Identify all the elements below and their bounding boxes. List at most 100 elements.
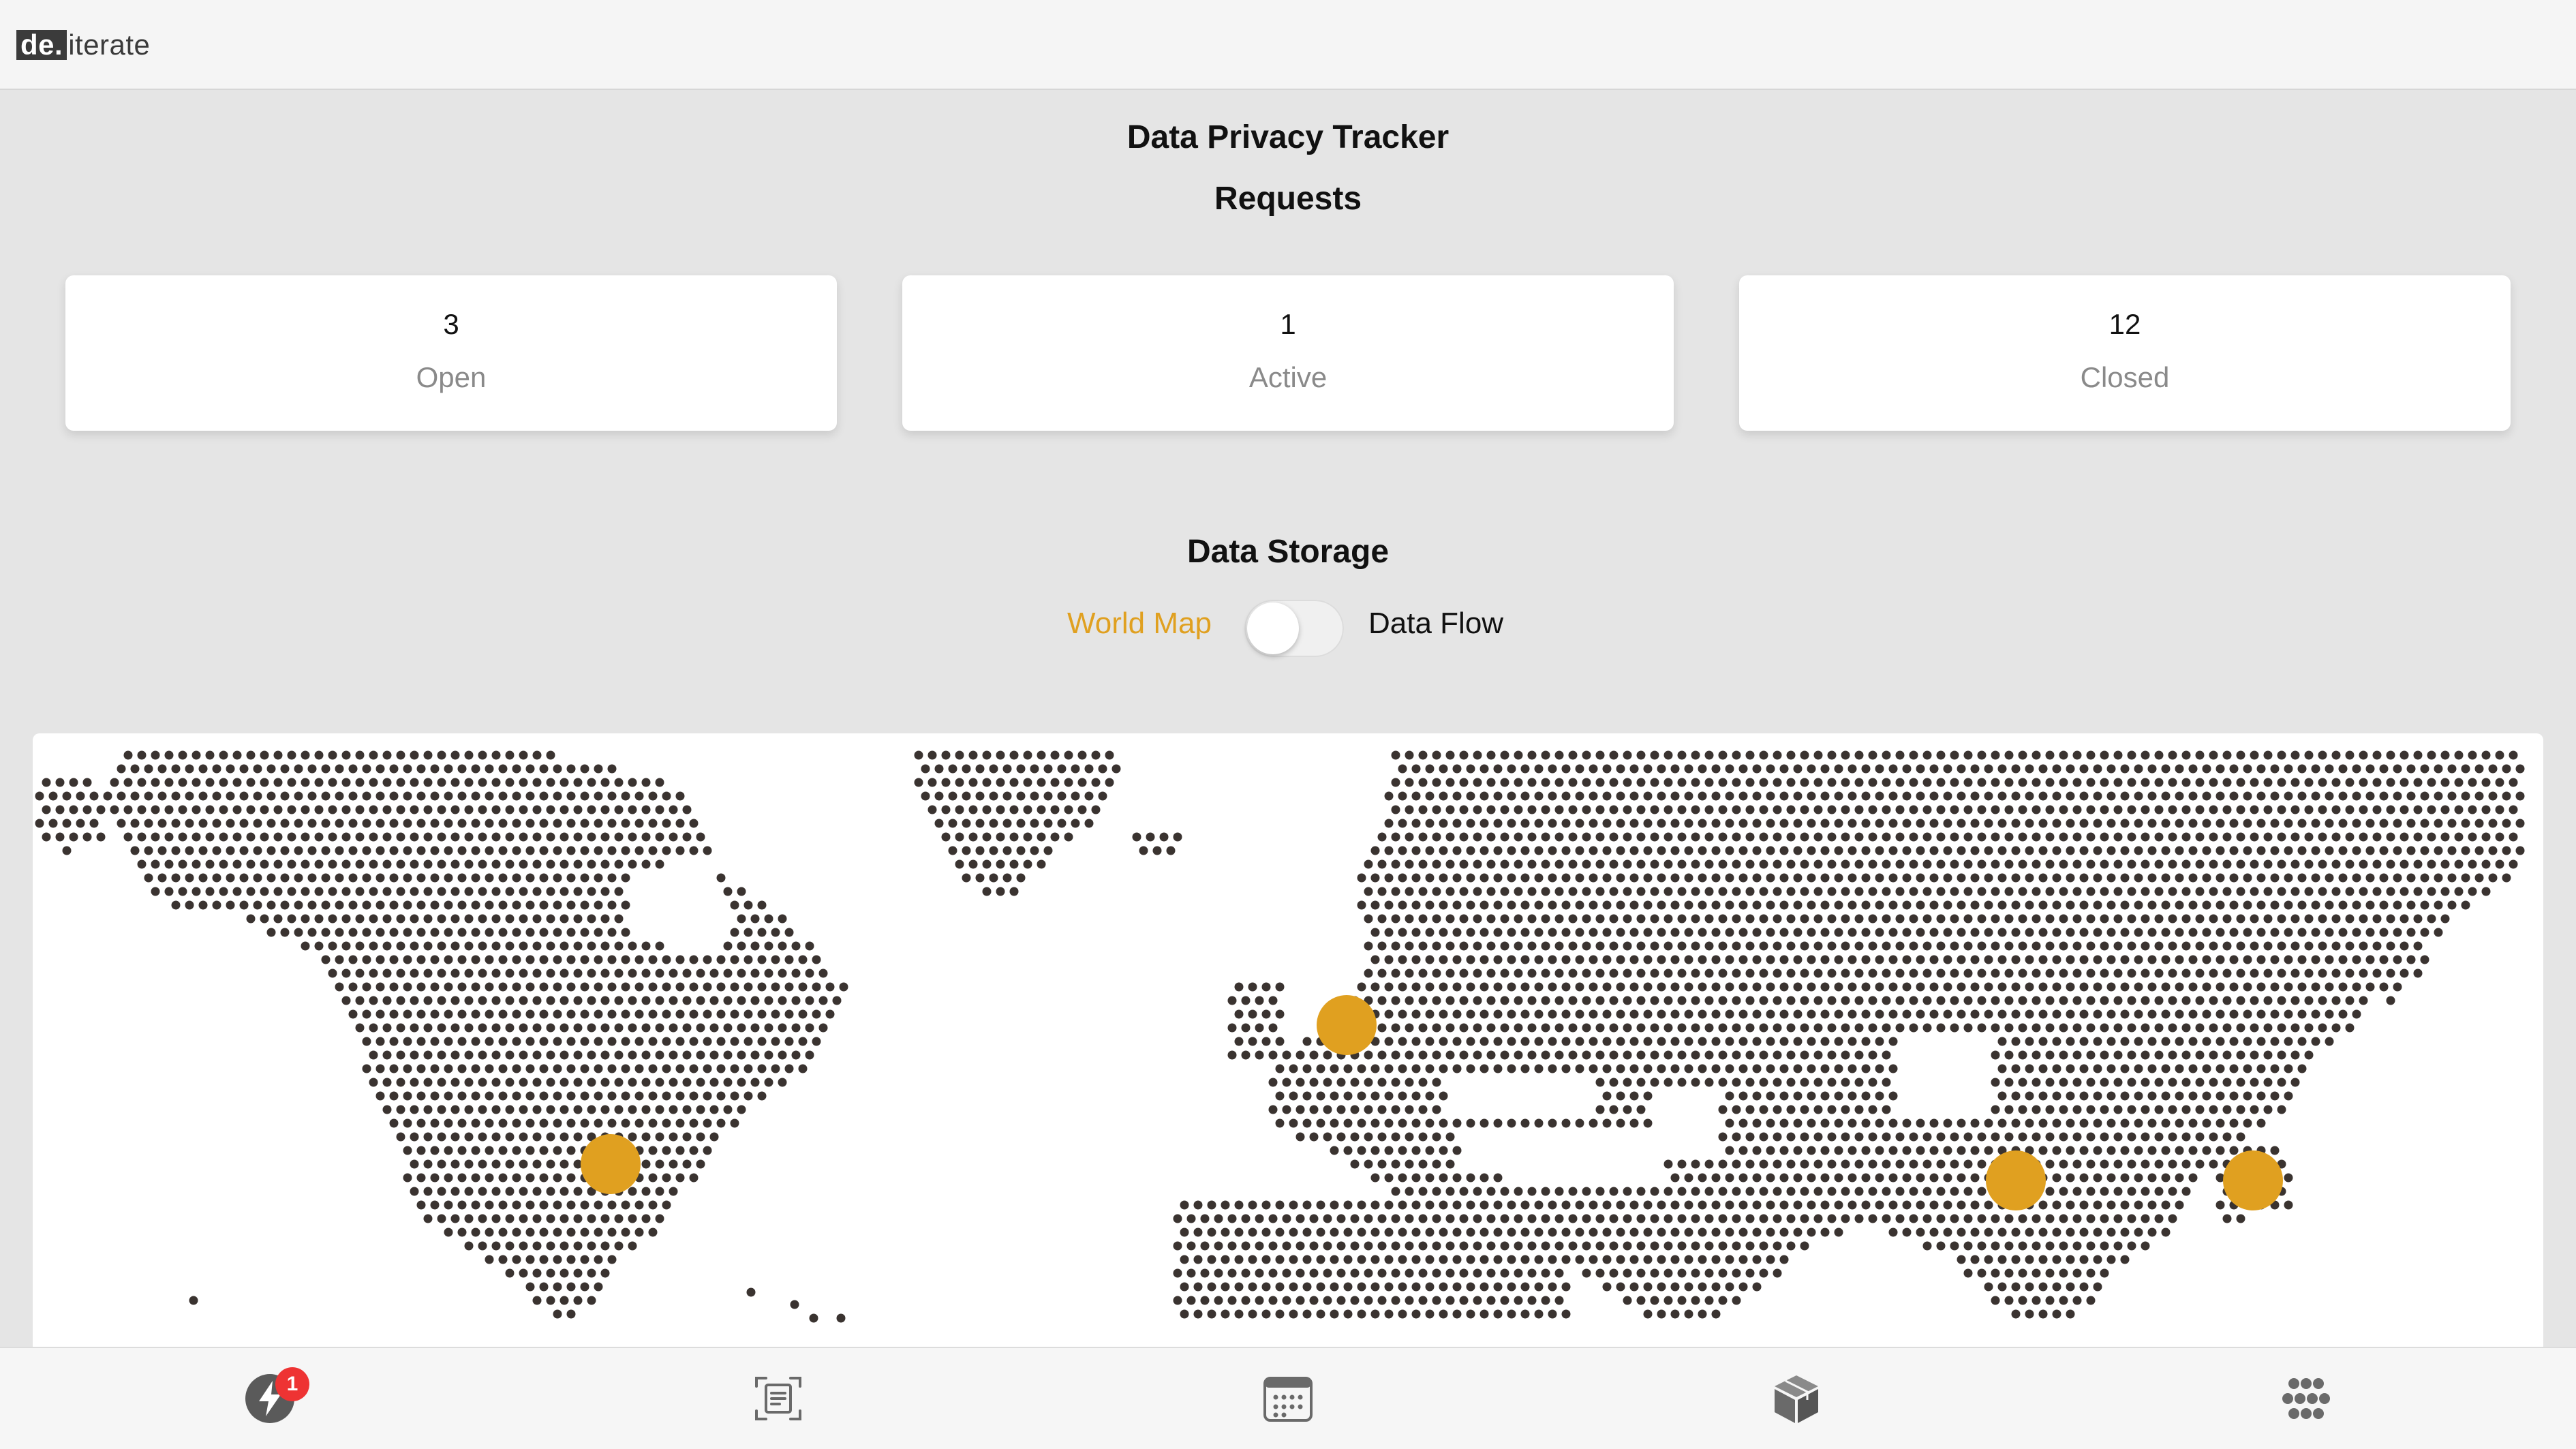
map-dot xyxy=(1670,873,1680,883)
map-dot xyxy=(532,1050,542,1060)
view-toggle-switch[interactable] xyxy=(1244,600,1344,657)
map-dot xyxy=(2100,887,2109,896)
map-dot xyxy=(1452,955,1462,964)
map-dot xyxy=(416,1064,426,1073)
map-dot xyxy=(2188,873,2198,883)
map-dot xyxy=(1929,1227,1939,1237)
map-dot xyxy=(1841,1214,1850,1223)
map-dot xyxy=(2175,1064,2184,1073)
map-dot xyxy=(2045,1132,2055,1142)
map-dot xyxy=(655,941,664,951)
map-dot xyxy=(1623,1268,1632,1278)
map-dot xyxy=(2045,914,2055,924)
map-dot xyxy=(1970,846,1980,855)
package-icon[interactable] xyxy=(1769,1371,1824,1426)
map-dot xyxy=(559,1214,569,1223)
data-flow-label[interactable]: Data Flow xyxy=(1368,607,1503,641)
map-dot xyxy=(1773,1268,1782,1278)
map-dot xyxy=(1895,1023,1905,1033)
map-dot xyxy=(1738,764,1748,774)
map-dot xyxy=(396,1105,405,1114)
map-dot xyxy=(464,1214,474,1223)
map-dot xyxy=(1807,846,1816,855)
map-dot xyxy=(1282,1050,1291,1060)
map-dot xyxy=(573,1023,583,1033)
map-dot xyxy=(2120,873,2130,883)
map-dot xyxy=(2038,764,2048,774)
storage-location-marker[interactable] xyxy=(1317,995,1377,1055)
map-dot xyxy=(662,1118,671,1128)
scan-document-icon[interactable] xyxy=(751,1371,806,1426)
map-dot xyxy=(164,750,174,760)
world-map-label[interactable]: World Map xyxy=(1067,607,1212,641)
map-dot xyxy=(2263,805,2273,814)
map-dot xyxy=(2481,887,2491,896)
map-dot xyxy=(1343,1309,1353,1319)
map-dot xyxy=(1248,1227,1257,1237)
map-dot xyxy=(1554,859,1564,869)
storage-location-marker[interactable] xyxy=(2223,1150,2283,1210)
map-dot xyxy=(2168,1105,2177,1114)
map-dot xyxy=(1718,778,1728,787)
map-dot xyxy=(396,1050,405,1060)
map-dot xyxy=(2434,819,2443,828)
calendar-icon[interactable] xyxy=(1261,1371,1315,1426)
map-dot xyxy=(1943,1173,1952,1183)
map-dot xyxy=(791,996,801,1005)
map-dot xyxy=(2413,778,2423,787)
map-dot xyxy=(1977,887,1987,896)
map-dot xyxy=(328,887,337,896)
map-dot xyxy=(2093,900,2102,910)
map-dot xyxy=(444,764,453,774)
map-dot xyxy=(2202,791,2211,801)
map-dot xyxy=(512,1173,521,1183)
storage-location-marker[interactable] xyxy=(1986,1150,2046,1210)
map-dot xyxy=(600,1050,610,1060)
map-dot xyxy=(2059,1132,2068,1142)
map-dot xyxy=(1943,1227,1952,1237)
apps-grid-icon[interactable] xyxy=(2279,1371,2333,1426)
map-dot xyxy=(607,873,617,883)
requests-card-open[interactable]: 3 Open xyxy=(65,275,837,431)
map-dot xyxy=(2195,778,2205,787)
requests-card-active[interactable]: 1 Active xyxy=(902,275,1674,431)
map-dot xyxy=(1186,1241,1196,1251)
map-dot xyxy=(1268,1078,1278,1087)
map-dot xyxy=(1589,982,1598,992)
map-dot xyxy=(287,914,296,924)
map-dot xyxy=(1616,1009,1625,1019)
map-dot xyxy=(1636,941,1646,951)
map-dot xyxy=(1895,887,1905,896)
map-dot xyxy=(1888,1173,1898,1183)
storage-location-marker[interactable] xyxy=(581,1134,641,1194)
map-dot xyxy=(1786,1050,1796,1060)
map-dot xyxy=(600,1214,610,1223)
map-dot xyxy=(587,1105,596,1114)
map-dot xyxy=(2352,900,2361,910)
map-dot xyxy=(1295,1105,1305,1114)
map-dot xyxy=(1391,887,1400,896)
map-dot xyxy=(1657,1064,1666,1073)
map-dot xyxy=(1609,1187,1619,1196)
map-dot xyxy=(2038,1255,2048,1264)
map-dot xyxy=(2175,846,2184,855)
map-dot xyxy=(1561,791,1571,801)
map-dot xyxy=(641,1187,651,1196)
map-dot xyxy=(2031,750,2041,760)
requests-card-closed[interactable]: 12 Closed xyxy=(1739,275,2511,431)
map-dot xyxy=(1888,873,1898,883)
map-dot xyxy=(1507,1255,1516,1264)
map-dot xyxy=(1582,778,1591,787)
map-dot xyxy=(382,1050,392,1060)
map-dot xyxy=(2113,1214,2123,1223)
map-dot xyxy=(1275,1309,1285,1319)
map-dot xyxy=(1991,941,2000,951)
map-dot xyxy=(280,819,290,828)
map-dot xyxy=(1466,1255,1475,1264)
map-dot xyxy=(2209,832,2218,842)
toggle-knob xyxy=(1247,603,1299,654)
map-dot xyxy=(2066,1282,2075,1292)
map-dot xyxy=(226,791,235,801)
map-dot xyxy=(1302,1255,1312,1264)
map-dot xyxy=(1882,805,1891,814)
